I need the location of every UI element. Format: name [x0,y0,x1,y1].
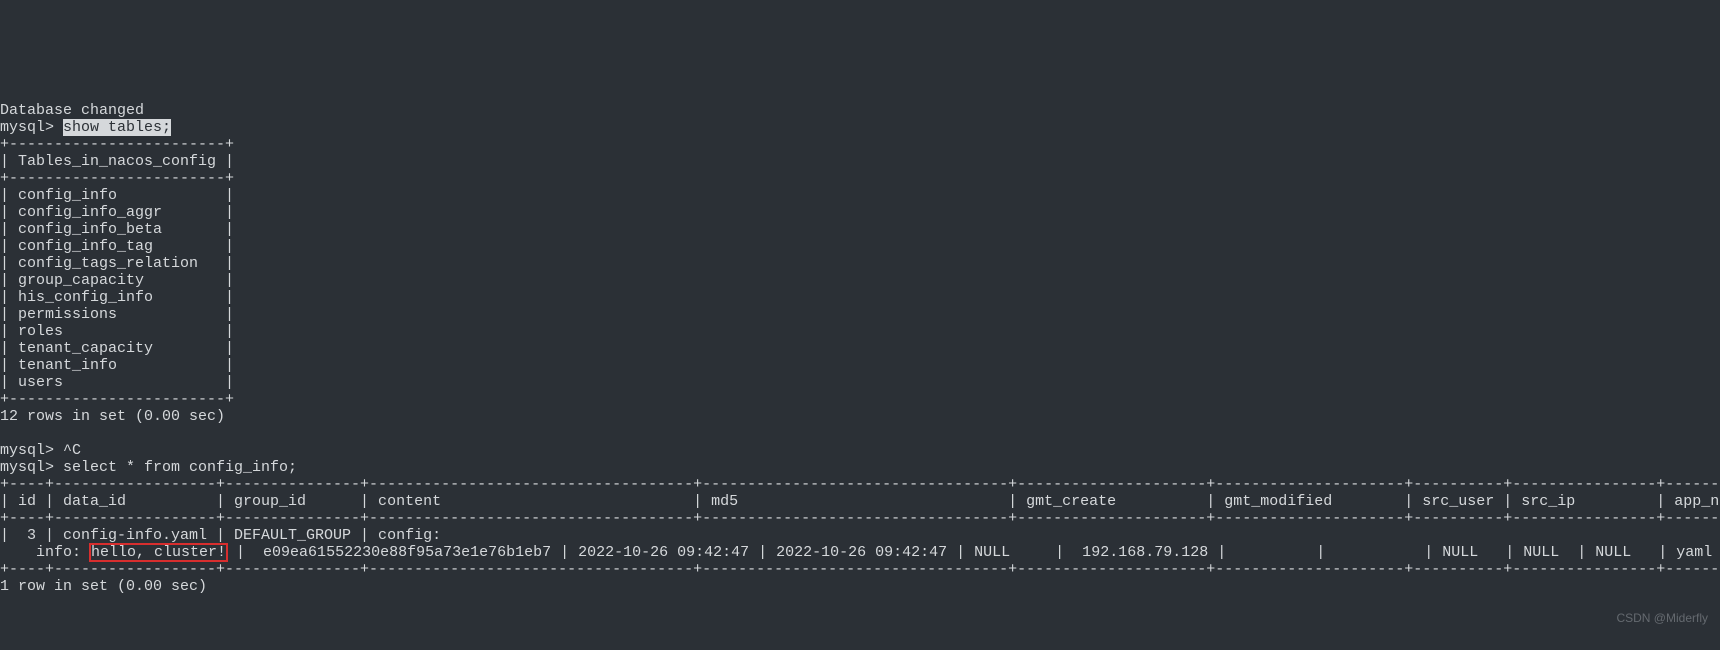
table-row: | config_info | [0,187,234,204]
show-tables-summary: 12 rows in set (0.00 sec) [0,408,225,425]
table-row: | his_config_info | [0,289,234,306]
command-show-tables: show tables; [63,119,171,136]
prompt: mysql> [0,119,63,136]
table-row: | roles | [0,323,234,340]
watermark: CSDN @Miderfly [1616,610,1708,627]
status-line: Database changed [0,102,144,119]
table-row: | tenant_capacity | [0,340,234,357]
table-row: | config_info_aggr | [0,204,234,221]
table-header: | Tables_in_nacos_config | [0,153,234,170]
table-row: | permissions | [0,306,234,323]
select-summary: 1 row in set (0.00 sec) [0,578,207,595]
select-rule-mid: +----+------------------+---------------… [0,510,1720,527]
table-row: | config_info_tag | [0,238,234,255]
select-header: | id | data_id | group_id | content | md… [0,493,1720,510]
terminal-output: Database changed mysql> show tables; +--… [0,85,1720,595]
rule-mid: +------------------------+ [0,170,234,187]
table-row: | tenant_info | [0,357,234,374]
select-rule-bot: +----+------------------+---------------… [0,561,1720,578]
select-rule-top: +----+------------------+---------------… [0,476,1720,493]
ctrl-c-line: mysql> ^C [0,442,81,459]
rule-top: +------------------------+ [0,136,234,153]
table-row: | config_tags_relation | [0,255,234,272]
table-row: | config_info_beta | [0,221,234,238]
highlighted-value: hello, cluster! [90,544,227,561]
command-select: mysql> select * from config_info; [0,459,297,476]
rule-bot: +------------------------+ [0,391,234,408]
table-row: | group_capacity | [0,272,234,289]
select-row-post: | e09ea61552230e88f95a73e1e76b1eb7 | 202… [227,544,1720,561]
table-row: | users | [0,374,234,391]
